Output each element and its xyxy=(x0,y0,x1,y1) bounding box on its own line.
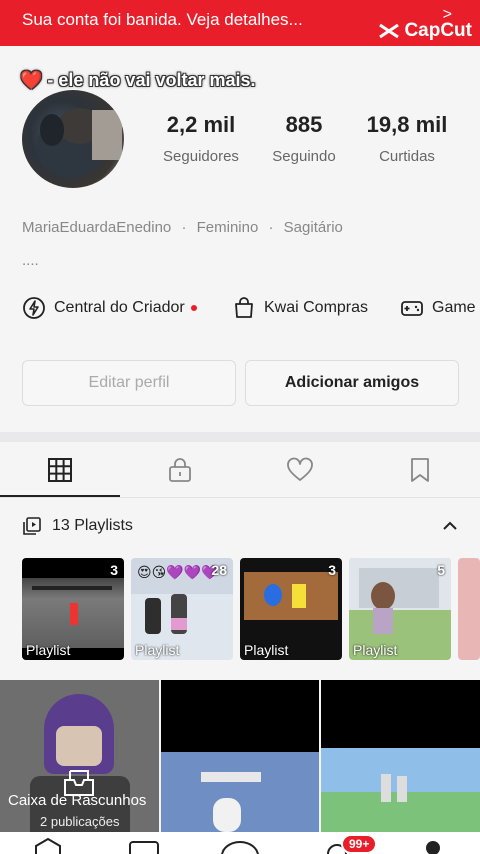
playlist-icon xyxy=(23,517,41,535)
playlist-video-count: 3 xyxy=(110,562,118,578)
avatar[interactable] xyxy=(22,90,124,188)
profile-tagline: ❤️ - ele não vai voltar mais. xyxy=(20,70,256,90)
likes-stat[interactable]: 19,8 mil Curtidas xyxy=(362,112,452,165)
grid-icon xyxy=(48,458,72,482)
zodiac-sign: Sagitário xyxy=(283,219,343,236)
playlist-label: Playlist xyxy=(244,642,289,658)
ban-notification-text[interactable]: Sua conta foi banida. Veja detalhes... xyxy=(22,10,303,30)
tab-bottom-border xyxy=(0,497,480,498)
profile-tabs xyxy=(0,442,480,498)
profile-meta: MariaEduardaEnedino · Feminino · Sagitár… xyxy=(22,219,343,236)
active-tab-indicator xyxy=(0,495,120,497)
video-thumbnail[interactable] xyxy=(321,680,480,832)
profile-bio: .... xyxy=(22,252,39,269)
playlist-card[interactable]: 3 Playlist xyxy=(22,558,124,660)
followers-label: Seguidores xyxy=(163,148,239,165)
likes-label: Curtidas xyxy=(379,148,435,165)
playlists-count-label: 13 Playlists xyxy=(52,517,133,534)
discover-icon[interactable] xyxy=(128,840,160,854)
drafts-post-count: 2 publicações xyxy=(40,814,120,829)
following-count: 885 xyxy=(285,112,323,137)
capcut-watermark: CapCut xyxy=(378,20,472,42)
kwai-shop-label: Kwai Compras xyxy=(264,299,369,316)
chevron-up-icon[interactable] xyxy=(440,516,460,541)
meta-separator: · xyxy=(181,219,187,236)
gender: Feminino xyxy=(196,219,259,236)
heart-icon xyxy=(287,457,313,481)
playlist-card[interactable]: 5 Playlist xyxy=(349,558,451,660)
creator-center-button[interactable]: Central do Criador xyxy=(22,296,197,320)
following-label: Seguindo xyxy=(272,148,336,165)
likes-count: 19,8 mil xyxy=(366,112,448,137)
playlist-card[interactable]: 😍😘💜💜💜 28 Playlist xyxy=(131,558,233,660)
playlist-video-count: 28 xyxy=(211,562,227,578)
playlist-card-partial[interactable] xyxy=(458,558,480,660)
video-thumbnail[interactable] xyxy=(161,680,319,832)
drafts-box[interactable] xyxy=(0,680,159,832)
bottom-navigation xyxy=(0,832,480,854)
playlists-header[interactable]: 13 Playlists xyxy=(22,516,133,536)
tab-liked[interactable] xyxy=(240,442,360,498)
notification-badge: 99+ xyxy=(341,834,378,854)
tab-posts[interactable] xyxy=(0,442,120,498)
drafts-title: Caixa de Rascunhos xyxy=(8,792,147,809)
meta-separator: · xyxy=(268,219,274,236)
notification-dot xyxy=(190,305,197,311)
lock-icon xyxy=(169,458,191,482)
bolt-icon xyxy=(23,297,45,319)
playlist-video-count: 5 xyxy=(437,562,445,578)
gamepad-icon xyxy=(401,301,423,316)
section-divider xyxy=(0,432,480,442)
playlist-card[interactable]: 3 Playlist xyxy=(240,558,342,660)
playlist-label: Playlist xyxy=(26,642,71,658)
profile-icon[interactable] xyxy=(424,840,442,854)
game-label: Game xyxy=(432,299,476,316)
kwai-shop-button[interactable]: Kwai Compras xyxy=(232,296,368,320)
playlist-video-count: 3 xyxy=(328,562,336,578)
tab-private[interactable] xyxy=(120,442,240,498)
shopping-bag-icon xyxy=(235,297,253,318)
add-friends-button[interactable]: Adicionar amigos xyxy=(245,360,459,406)
username: MariaEduardaEnedino xyxy=(22,219,172,236)
creator-center-label: Central do Criador xyxy=(54,299,185,316)
playlist-label: Playlist xyxy=(135,642,180,658)
capcut-logo-icon xyxy=(379,23,400,39)
followers-count: 2,2 mil xyxy=(166,112,236,137)
capcut-brand-text: CapCut xyxy=(404,20,472,41)
playlist-label: Playlist xyxy=(353,642,398,658)
followers-stat[interactable]: 2,2 mil Seguidores xyxy=(160,112,242,165)
home-icon[interactable] xyxy=(34,838,62,854)
following-stat[interactable]: 885 Seguindo xyxy=(268,112,340,165)
bookmark-icon xyxy=(411,458,429,482)
tab-saved[interactable] xyxy=(360,442,480,498)
edit-profile-button[interactable]: Editar perfil xyxy=(22,360,236,406)
create-icon[interactable] xyxy=(220,840,260,854)
game-button[interactable]: Game xyxy=(400,296,476,320)
